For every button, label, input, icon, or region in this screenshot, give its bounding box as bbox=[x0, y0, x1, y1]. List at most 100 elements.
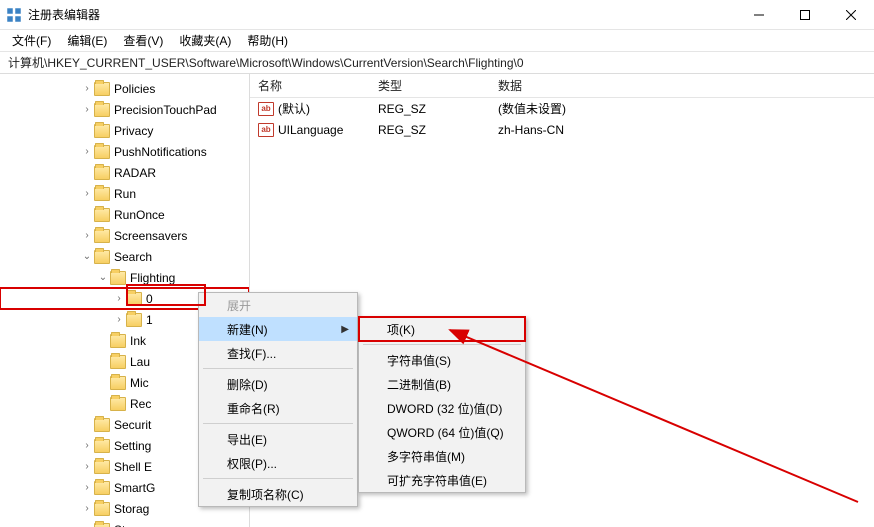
chevron-right-icon[interactable]: › bbox=[80, 146, 94, 157]
folder-icon bbox=[94, 439, 110, 453]
tree-item-label: RunOnce bbox=[114, 208, 165, 222]
folder-icon bbox=[94, 229, 110, 243]
tree-item[interactable]: Privacy bbox=[0, 120, 249, 141]
tree-item[interactable]: › PrecisionTouchPad bbox=[0, 99, 249, 120]
chevron-right-icon[interactable]: › bbox=[80, 230, 94, 241]
col-header-name[interactable]: 名称 bbox=[250, 77, 370, 94]
value-name: UILanguage bbox=[278, 123, 343, 137]
chevron-right-icon[interactable]: › bbox=[112, 293, 126, 304]
close-button[interactable] bbox=[828, 0, 874, 29]
tree-item-label: 0 bbox=[146, 292, 153, 306]
cell-type: REG_SZ bbox=[370, 123, 490, 137]
sub-string[interactable]: 字符串值(S) bbox=[359, 348, 525, 372]
chevron-right-icon[interactable]: › bbox=[112, 314, 126, 325]
minimize-button[interactable] bbox=[736, 0, 782, 29]
chevron-right-icon[interactable]: › bbox=[80, 83, 94, 94]
context-submenu-new: 项(K) 字符串值(S) 二进制值(B) DWORD (32 位)值(D) QW… bbox=[358, 316, 526, 493]
tree-item[interactable]: ›PushNotifications bbox=[0, 141, 249, 162]
menu-favorites[interactable]: 收藏夹(A) bbox=[171, 30, 239, 51]
ctx-rename[interactable]: 重命名(R) bbox=[199, 396, 357, 420]
tree-item-label: Securit bbox=[114, 418, 151, 432]
chevron-down-icon[interactable]: ⌄ bbox=[96, 272, 110, 283]
folder-icon bbox=[126, 292, 142, 306]
menu-view[interactable]: 查看(V) bbox=[115, 30, 171, 51]
ctx-separator bbox=[363, 344, 521, 345]
folder-icon bbox=[110, 271, 126, 285]
folder-icon bbox=[94, 124, 110, 138]
ctx-find[interactable]: 查找(F)... bbox=[199, 341, 357, 365]
tree-item[interactable]: Store bbox=[0, 519, 249, 527]
sub-key[interactable]: 项(K) bbox=[359, 317, 525, 341]
list-row[interactable]: abUILanguageREG_SZzh-Hans-CN bbox=[250, 119, 874, 140]
sub-qword[interactable]: QWORD (64 位)值(Q) bbox=[359, 420, 525, 444]
ctx-separator bbox=[203, 478, 353, 479]
chevron-down-icon[interactable]: ⌄ bbox=[80, 251, 94, 262]
list-header: 名称 类型 数据 bbox=[250, 74, 874, 98]
tree-item-label: Privacy bbox=[114, 124, 153, 138]
tree-item-label: Run bbox=[114, 187, 136, 201]
tree-item[interactable]: ›Screensavers bbox=[0, 225, 249, 246]
sub-expand[interactable]: 可扩充字符串值(E) bbox=[359, 468, 525, 492]
tree-item[interactable]: RADAR bbox=[0, 162, 249, 183]
ctx-delete[interactable]: 删除(D) bbox=[199, 372, 357, 396]
chevron-right-icon[interactable]: › bbox=[80, 104, 94, 115]
folder-icon bbox=[110, 334, 126, 348]
address-bar[interactable]: 计算机\HKEY_CURRENT_USER\Software\Microsoft… bbox=[0, 52, 874, 74]
tree-item-label: Storag bbox=[114, 502, 149, 516]
chevron-right-icon[interactable]: › bbox=[80, 440, 94, 451]
chevron-right-icon[interactable]: › bbox=[80, 461, 94, 472]
ctx-new-label: 新建(N) bbox=[227, 321, 268, 338]
col-header-data[interactable]: 数据 bbox=[490, 77, 874, 94]
tree-item[interactable]: › Policies bbox=[0, 78, 249, 99]
folder-icon bbox=[94, 103, 110, 117]
list-row[interactable]: ab(默认)REG_SZ(数值未设置) bbox=[250, 98, 874, 119]
tree-item-label: Mic bbox=[130, 376, 149, 390]
cell-data: (数值未设置) bbox=[490, 100, 874, 117]
tree-item-label: Shell E bbox=[114, 460, 152, 474]
ctx-copy-key-name[interactable]: 复制项名称(C) bbox=[199, 482, 357, 506]
tree-item-label: Flighting bbox=[130, 271, 175, 285]
maximize-button[interactable] bbox=[782, 0, 828, 29]
folder-icon bbox=[94, 166, 110, 180]
folder-icon bbox=[110, 397, 126, 411]
folder-icon bbox=[94, 145, 110, 159]
tree-item[interactable]: ⌄ Flighting bbox=[0, 267, 249, 288]
folder-icon bbox=[110, 376, 126, 390]
tree-item[interactable]: ⌄Search bbox=[0, 246, 249, 267]
ctx-expand[interactable]: 展开 bbox=[199, 293, 357, 317]
address-path: 计算机\HKEY_CURRENT_USER\Software\Microsoft… bbox=[8, 54, 524, 71]
menu-bar: 文件(F) 编辑(E) 查看(V) 收藏夹(A) 帮助(H) bbox=[0, 30, 874, 52]
window-title: 注册表编辑器 bbox=[28, 6, 736, 23]
folder-icon bbox=[94, 523, 110, 527]
folder-icon bbox=[94, 250, 110, 264]
tree-item[interactable]: RunOnce bbox=[0, 204, 249, 225]
ctx-export[interactable]: 导出(E) bbox=[199, 427, 357, 451]
sub-dword[interactable]: DWORD (32 位)值(D) bbox=[359, 396, 525, 420]
tree-item-label: Store bbox=[114, 523, 143, 527]
chevron-right-icon[interactable]: › bbox=[80, 503, 94, 514]
sub-binary[interactable]: 二进制值(B) bbox=[359, 372, 525, 396]
cell-name: abUILanguage bbox=[250, 123, 370, 137]
tree-item-label: SmartG bbox=[114, 481, 155, 495]
ctx-new[interactable]: 新建(N) ▶ bbox=[199, 317, 357, 341]
menu-edit[interactable]: 编辑(E) bbox=[59, 30, 115, 51]
chevron-right-icon: ▶ bbox=[341, 324, 349, 335]
chevron-right-icon[interactable]: › bbox=[80, 482, 94, 493]
menu-file[interactable]: 文件(F) bbox=[4, 30, 59, 51]
col-header-type[interactable]: 类型 bbox=[370, 77, 490, 94]
folder-icon bbox=[94, 460, 110, 474]
folder-icon bbox=[110, 355, 126, 369]
tree-item[interactable]: › Run bbox=[0, 183, 249, 204]
sub-multi[interactable]: 多字符串值(M) bbox=[359, 444, 525, 468]
ctx-permissions[interactable]: 权限(P)... bbox=[199, 451, 357, 475]
menu-help[interactable]: 帮助(H) bbox=[239, 30, 296, 51]
title-bar: 注册表编辑器 bbox=[0, 0, 874, 30]
tree-item-label: Policies bbox=[114, 82, 155, 96]
chevron-right-icon[interactable]: › bbox=[80, 188, 94, 199]
tree-item-label: PrecisionTouchPad bbox=[114, 103, 217, 117]
cell-data: zh-Hans-CN bbox=[490, 123, 874, 137]
folder-icon bbox=[94, 82, 110, 96]
cell-name: ab(默认) bbox=[250, 100, 370, 117]
folder-icon bbox=[94, 502, 110, 516]
value-name: (默认) bbox=[278, 100, 310, 117]
